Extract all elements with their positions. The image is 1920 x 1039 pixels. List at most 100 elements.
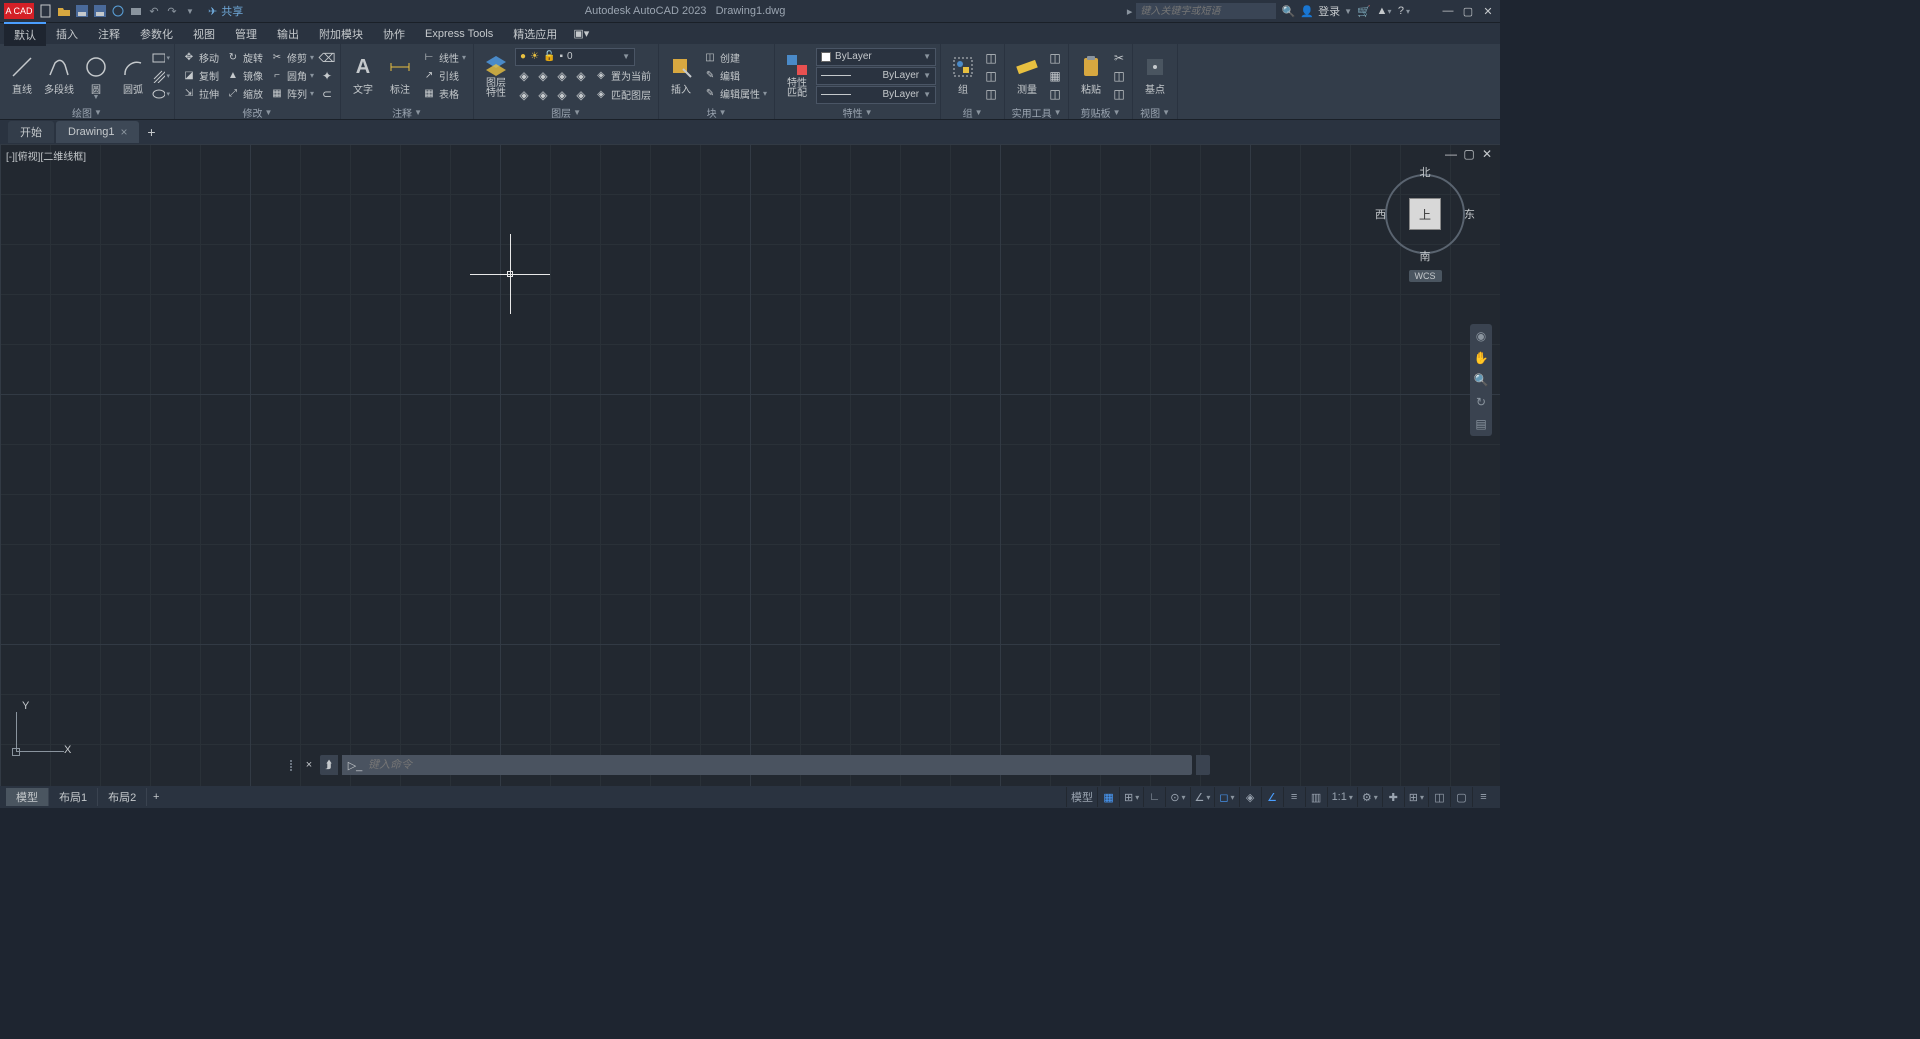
line-button[interactable]: 直线 bbox=[4, 48, 40, 104]
edit-block-button[interactable]: ✎编辑 bbox=[700, 67, 770, 85]
layout-add-button[interactable]: + bbox=[147, 791, 165, 803]
tab-start[interactable]: 开始 bbox=[8, 121, 54, 143]
cut-icon[interactable]: ✂ bbox=[1110, 49, 1128, 67]
group-select-icon[interactable]: ◫ bbox=[982, 85, 1000, 103]
viewport-label[interactable]: [-][俯视][二维线框] bbox=[6, 148, 86, 163]
trim-button[interactable]: ✂修剪▾ bbox=[267, 49, 317, 67]
ortho-toggle-icon[interactable]: ∟ bbox=[1143, 787, 1165, 807]
layer-dropdown[interactable]: ● ☀ 🔓 ▪ 0 ▼ bbox=[515, 48, 635, 66]
mirror-button[interactable]: ▲镜像 bbox=[223, 67, 266, 85]
insert-block-button[interactable]: 插入 bbox=[663, 48, 699, 104]
lineweight-toggle-icon[interactable]: ≡ bbox=[1283, 787, 1305, 807]
annomonitor-icon[interactable]: ✚ bbox=[1382, 787, 1404, 807]
new-tab-button[interactable]: + bbox=[141, 122, 161, 142]
transparency-toggle-icon[interactable]: ▥ bbox=[1305, 787, 1327, 807]
search-input[interactable] bbox=[1136, 3, 1276, 19]
login-button[interactable]: 👤 登录 ▼ bbox=[1300, 3, 1352, 19]
close-tab-icon[interactable]: × bbox=[120, 125, 127, 139]
array-button[interactable]: ▦阵列▾ bbox=[267, 85, 317, 103]
layout-1[interactable]: 布局1 bbox=[49, 788, 98, 806]
leader-button[interactable]: ↗引线 bbox=[419, 67, 469, 85]
share-button[interactable]: ✈ 共享 bbox=[208, 3, 243, 19]
osnap-toggle-icon[interactable]: ◻▾ bbox=[1214, 787, 1238, 807]
info-icon[interactable]: ▸ bbox=[1127, 5, 1133, 18]
erase-icon[interactable]: ⌫ bbox=[318, 49, 336, 67]
wcs-label[interactable]: WCS bbox=[1409, 270, 1442, 282]
tab-annotate[interactable]: 注释 bbox=[88, 23, 130, 45]
circle-button[interactable]: 圆 ▼ bbox=[78, 48, 114, 104]
tab-parametric[interactable]: 参数化 bbox=[130, 23, 183, 45]
table-button[interactable]: ▦表格 bbox=[419, 85, 469, 103]
layout-2[interactable]: 布局2 bbox=[98, 788, 147, 806]
text-button[interactable]: A 文字 bbox=[345, 48, 381, 104]
tab-featured[interactable]: 精选应用 bbox=[503, 23, 567, 45]
maximize-icon[interactable]: ▢ bbox=[1460, 3, 1476, 19]
cmd-grip-icon[interactable] bbox=[290, 760, 298, 771]
copy-button[interactable]: ◪复制 bbox=[179, 67, 222, 85]
redo-icon[interactable]: ↷ bbox=[164, 3, 180, 19]
layer-tool-2-icon[interactable]: ◈ bbox=[534, 67, 552, 85]
compass-north[interactable]: 北 bbox=[1420, 164, 1431, 180]
match-layer-button[interactable]: ◈匹配图层 bbox=[591, 86, 654, 104]
clip-copy-icon[interactable]: ◫ bbox=[1110, 67, 1128, 85]
tab-collaborate[interactable]: 协作 bbox=[373, 23, 415, 45]
group-button[interactable]: 组 bbox=[945, 48, 981, 104]
web-icon[interactable] bbox=[110, 3, 126, 19]
nav-zoom-icon[interactable]: 🔍 bbox=[1473, 372, 1489, 388]
clip-3-icon[interactable]: ◫ bbox=[1110, 85, 1128, 103]
undo-icon[interactable]: ↶ bbox=[146, 3, 162, 19]
nav-wheel-icon[interactable]: ◉ bbox=[1473, 328, 1489, 344]
dimension-button[interactable]: 标注 bbox=[382, 48, 418, 104]
app-logo[interactable]: A CAD bbox=[4, 3, 34, 19]
set-current-button[interactable]: ◈置为当前 bbox=[591, 67, 654, 85]
layer-tool-6-icon[interactable]: ◈ bbox=[534, 86, 552, 104]
cmd-close-icon[interactable]: × bbox=[302, 758, 316, 772]
lineweight-dropdown[interactable]: ByLayer▼ bbox=[816, 67, 936, 85]
new-icon[interactable] bbox=[38, 3, 54, 19]
grid-toggle-icon[interactable]: ▦ bbox=[1097, 787, 1119, 807]
explode-icon[interactable]: ✦ bbox=[318, 67, 336, 85]
layout-model[interactable]: 模型 bbox=[6, 788, 49, 806]
move-button[interactable]: ✥移动 bbox=[179, 49, 222, 67]
tab-express[interactable]: Express Tools bbox=[415, 25, 503, 43]
drawing-canvas[interactable]: [-][俯视][二维线框] — ▢ ✕ 北 南 东 西 上 WCS ◉ ✋ 🔍 … bbox=[0, 144, 1500, 786]
ellipse-icon[interactable]: ▾ bbox=[152, 85, 170, 103]
compass-east[interactable]: 东 bbox=[1464, 206, 1475, 222]
compass-south[interactable]: 南 bbox=[1420, 248, 1431, 264]
scale-button[interactable]: ⤢缩放 bbox=[223, 85, 266, 103]
layer-tool-7-icon[interactable]: ◈ bbox=[553, 86, 571, 104]
rotate-button[interactable]: ↻旋转 bbox=[223, 49, 266, 67]
fillet-button[interactable]: ⌐圆角▾ bbox=[267, 67, 317, 85]
layer-properties-button[interactable]: 图层 特性 bbox=[478, 48, 514, 104]
ws-switch-icon[interactable]: ◫ bbox=[1428, 787, 1450, 807]
layer-tool-8-icon[interactable]: ◈ bbox=[572, 86, 590, 104]
tab-default[interactable]: 默认 bbox=[4, 22, 46, 46]
save-icon[interactable] bbox=[74, 3, 90, 19]
util-2-icon[interactable]: ▦ bbox=[1046, 67, 1064, 85]
qat-dropdown-icon[interactable]: ▼ bbox=[182, 3, 198, 19]
nav-orbit-icon[interactable]: ↻ bbox=[1473, 394, 1489, 410]
tab-output[interactable]: 输出 bbox=[267, 23, 309, 45]
otrack-toggle-icon[interactable]: ∠ bbox=[1261, 787, 1283, 807]
annoscale-button[interactable]: 1:1▾ bbox=[1327, 787, 1357, 807]
compass-west[interactable]: 西 bbox=[1375, 206, 1386, 222]
vp-minimize-icon[interactable]: — bbox=[1444, 148, 1458, 160]
help-icon[interactable]: ?▾ bbox=[1396, 3, 1412, 19]
vp-maximize-icon[interactable]: ▢ bbox=[1462, 148, 1476, 160]
layer-tool-4-icon[interactable]: ◈ bbox=[572, 67, 590, 85]
tab-drawing1[interactable]: Drawing1 × bbox=[56, 121, 139, 143]
basepoint-button[interactable]: 基点 bbox=[1137, 48, 1173, 104]
paste-button[interactable]: 粘贴 bbox=[1073, 48, 1109, 104]
command-input[interactable] bbox=[368, 759, 1186, 771]
polar-toggle-icon[interactable]: ⊙▾ bbox=[1165, 787, 1189, 807]
cart-icon[interactable]: 🛒 bbox=[1356, 3, 1372, 19]
layer-tool-3-icon[interactable]: ◈ bbox=[553, 67, 571, 85]
tab-addins[interactable]: 附加模块 bbox=[309, 23, 373, 45]
open-icon[interactable] bbox=[56, 3, 72, 19]
tab-overflow-icon[interactable]: ▣▾ bbox=[571, 26, 591, 42]
linear-button[interactable]: ⊢线性▾ bbox=[419, 49, 469, 67]
cmd-history-icon[interactable]: ⮭ bbox=[320, 755, 338, 775]
search-icon[interactable]: 🔍 bbox=[1280, 3, 1296, 19]
util-3-icon[interactable]: ◫ bbox=[1046, 85, 1064, 103]
ungroup-icon[interactable]: ◫ bbox=[982, 49, 1000, 67]
